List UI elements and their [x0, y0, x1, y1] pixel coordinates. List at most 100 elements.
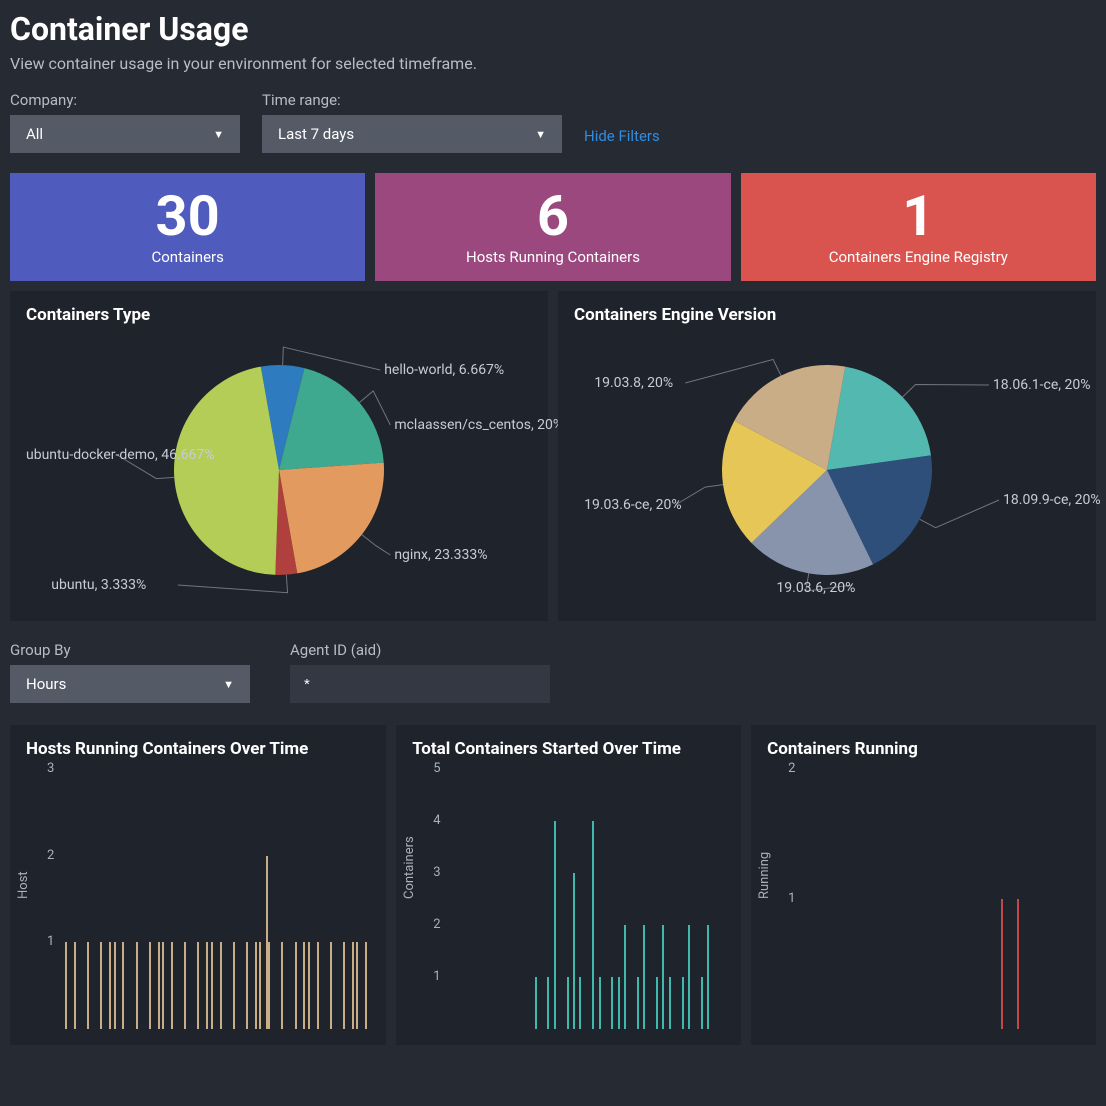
page-subtitle: View container usage in your environment… [10, 54, 1096, 73]
y-axis-label: Host [16, 871, 31, 899]
kpi-label: Containers [151, 248, 223, 266]
pie-slice-label: hello-world, 6.667% [384, 362, 504, 378]
containers-running-panel: Containers Running 1 2 Running [751, 725, 1096, 1045]
pie-slice-label: mclaassen/cs_centos, 20% [394, 417, 563, 433]
y-axis-label: Running [757, 852, 772, 899]
kpi-value: 30 [156, 188, 220, 244]
agentid-input[interactable] [290, 665, 550, 703]
company-select[interactable]: All ▼ [10, 115, 240, 153]
bar [656, 977, 658, 1029]
bar [701, 977, 703, 1029]
company-value: All [26, 125, 43, 143]
bar [317, 942, 319, 1029]
pie-slice-label: ubuntu-docker-demo, 46.667% [26, 447, 215, 463]
y-axis-label: Containers [402, 836, 417, 899]
y-tick: 2 [433, 917, 440, 932]
bar [599, 977, 601, 1029]
bar [74, 942, 76, 1029]
agentid-label: Agent ID (aid) [290, 641, 550, 659]
kpi-card[interactable]: 1 Containers Engine Registry [741, 173, 1096, 281]
pie-slice-label: 18.09.9-ce, 20% [1003, 492, 1101, 508]
y-tick: 1 [788, 891, 795, 906]
bar [330, 942, 332, 1029]
y-tick: 2 [788, 761, 795, 776]
bar [1001, 899, 1003, 1029]
bar [162, 942, 164, 1029]
containers-type-panel: Containers Type hello-world, 6.667%mclaa… [10, 291, 548, 621]
timerange-select[interactable]: Last 7 days ▼ [262, 115, 562, 153]
kpi-label: Containers Engine Registry [829, 248, 1008, 266]
bar [197, 942, 199, 1029]
bar [611, 977, 613, 1029]
started-over-time-panel: Total Containers Started Over Time 12345… [396, 725, 741, 1045]
panel-title: Hosts Running Containers Over Time [26, 739, 370, 759]
kpi-value: 1 [902, 188, 934, 244]
company-label: Company: [10, 91, 240, 109]
bar [308, 942, 310, 1029]
bar [535, 977, 537, 1029]
bar [246, 942, 248, 1029]
bar [266, 856, 268, 1029]
kpi-card[interactable]: 6 Hosts Running Containers [375, 173, 730, 281]
groupby-label: Group By [10, 641, 250, 659]
bar [573, 873, 575, 1029]
bar [65, 942, 67, 1029]
containers-engine-version-pie[interactable]: 18.06.1-ce, 20%18.09.9-ce, 20%19.03.6, 2… [574, 335, 1080, 605]
pie-slice-label: 19.03.6-ce, 20% [584, 497, 682, 513]
panel-title: Containers Engine Version [574, 305, 1080, 325]
pie-slice[interactable] [279, 463, 384, 574]
bar [158, 942, 160, 1029]
bar [211, 942, 213, 1029]
y-tick: 2 [47, 848, 54, 863]
bar [303, 942, 305, 1029]
bar [343, 942, 345, 1029]
bar [579, 977, 581, 1029]
bar [707, 925, 709, 1029]
containers-engine-version-panel: Containers Engine Version 18.06.1-ce, 20… [558, 291, 1096, 621]
bar [149, 942, 151, 1029]
bar [206, 942, 208, 1029]
pie-slice[interactable] [174, 367, 279, 575]
bar [547, 977, 549, 1029]
bar [365, 942, 367, 1029]
kpi-row: 30 Containers 6 Hosts Running Containers 1 Co… [10, 173, 1096, 281]
chevron-down-icon: ▼ [535, 128, 546, 141]
timerange-label: Time range: [262, 91, 562, 109]
containers-type-pie[interactable]: hello-world, 6.667%mclaassen/cs_centos, … [26, 335, 532, 605]
panel-title: Containers Running [767, 739, 1080, 759]
hide-filters-link[interactable]: Hide Filters [584, 127, 660, 153]
pie-slice-label: 19.03.6, 20% [776, 580, 855, 596]
y-tick: 5 [433, 761, 440, 776]
kpi-value: 6 [537, 188, 569, 244]
y-tick: 4 [433, 813, 440, 828]
pie-slice-label: 19.03.8, 20% [594, 375, 673, 391]
bar [220, 942, 222, 1029]
bar [87, 942, 89, 1029]
pie-slice-label: nginx, 23.333% [394, 547, 487, 563]
bar [554, 821, 556, 1029]
panel-title: Containers Type [26, 305, 532, 325]
chevron-down-icon: ▼ [223, 678, 234, 691]
bar [184, 942, 186, 1029]
bar [255, 942, 257, 1029]
bar [643, 925, 645, 1029]
bar [688, 925, 690, 1029]
panel-title: Total Containers Started Over Time [412, 739, 725, 759]
y-tick: 1 [47, 934, 54, 949]
pie-slice[interactable] [827, 367, 931, 470]
bar [662, 925, 664, 1029]
timerange-value: Last 7 days [278, 125, 354, 143]
bar [233, 942, 235, 1029]
controls-row: Group By Hours ▼ Agent ID (aid) [10, 631, 1096, 713]
kpi-label: Hosts Running Containers [466, 248, 640, 266]
bar [171, 942, 173, 1029]
y-tick: 3 [433, 865, 440, 880]
bar [100, 942, 102, 1029]
groupby-value: Hours [26, 675, 66, 693]
bar [356, 942, 358, 1029]
kpi-card[interactable]: 30 Containers [10, 173, 365, 281]
bar [281, 942, 283, 1029]
groupby-select[interactable]: Hours ▼ [10, 665, 250, 703]
pie-slice-label: ubuntu, 3.333% [51, 577, 146, 593]
bar [592, 821, 594, 1029]
